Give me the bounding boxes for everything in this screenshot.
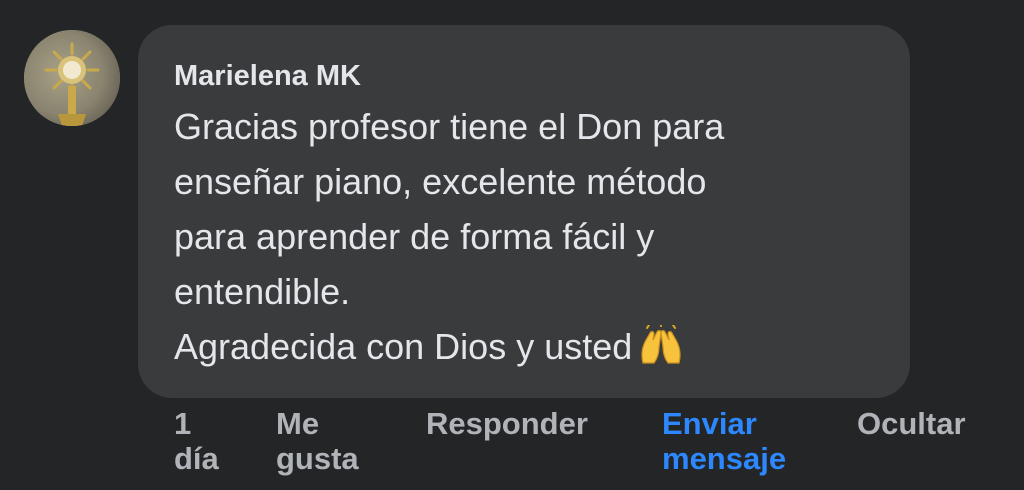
comment-time[interactable]: 1 día	[174, 406, 219, 476]
send-message-line: mensaje	[662, 441, 787, 476]
comment-line-last: Agradecida con Dios y usted	[174, 319, 880, 380]
comment-line: entendible.	[174, 271, 351, 312]
comment-bubble: Marielena MK Gracias profesor tiene el D…	[138, 25, 910, 398]
send-message-button[interactable]: Enviar mensaje	[662, 406, 786, 476]
comment-actions: 1 día Me gusta Responder Enviar mensaje …	[0, 406, 1024, 490]
raising-hands-icon	[638, 322, 684, 380]
time-line: 1	[174, 406, 192, 441]
avatar[interactable]	[24, 30, 120, 126]
comment-line: para aprender de forma fácil y	[174, 216, 655, 257]
time-line: día	[174, 441, 219, 476]
comment-author[interactable]: Marielena MK	[174, 59, 880, 93]
hide-button[interactable]: Ocultar	[857, 406, 966, 441]
reply-label: Responder	[426, 406, 588, 441]
send-message-line: Enviar	[662, 406, 757, 441]
like-line: gusta	[276, 441, 359, 476]
hide-label: Ocultar	[857, 406, 966, 441]
comment-text: Gracias profesor tiene el Don para enseñ…	[174, 99, 880, 380]
comment-line: enseñar piano, excelente método	[174, 161, 707, 202]
reply-button[interactable]: Responder	[426, 406, 588, 441]
like-button[interactable]: Me gusta	[276, 406, 359, 476]
like-line: Me	[276, 406, 320, 441]
comment-line: Gracias profesor tiene el Don para	[174, 106, 725, 147]
comment-line-text: Agradecida con Dios y usted	[174, 326, 633, 367]
profile-avatar-icon	[24, 30, 120, 126]
